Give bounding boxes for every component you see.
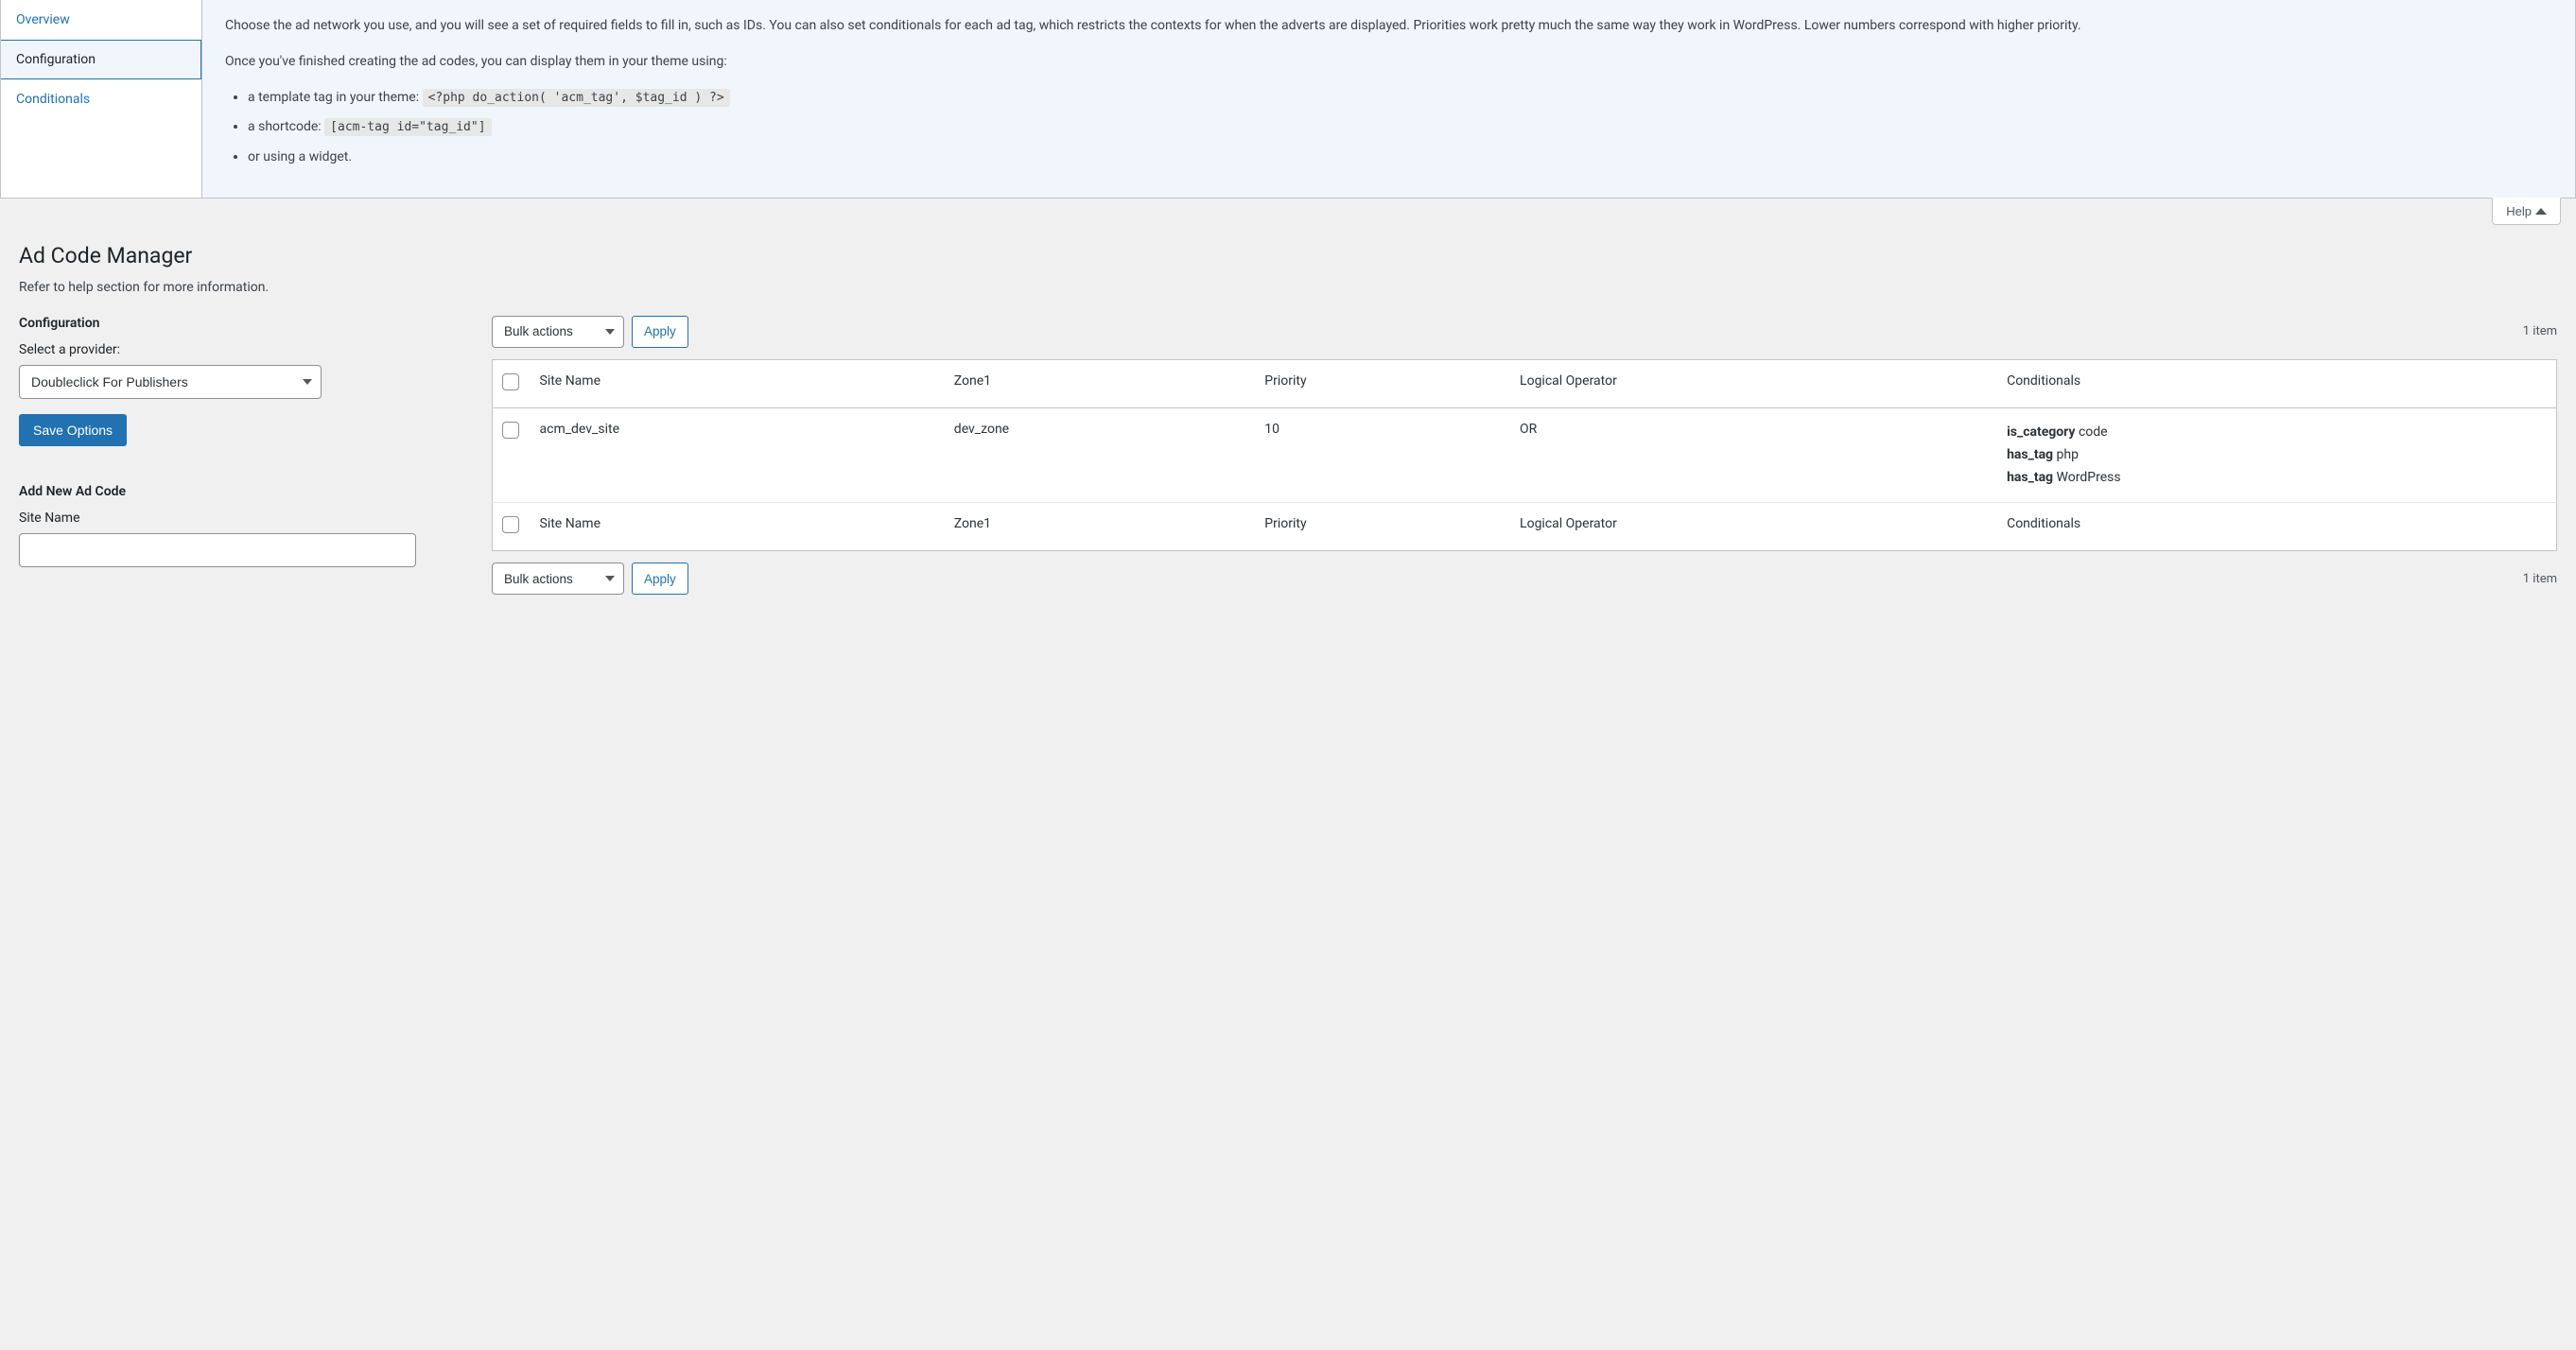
help-bullet-shortcode-prefix: a shortcode: bbox=[248, 119, 324, 134]
table-row: acm_dev_site dev_zone 10 OR is_category … bbox=[493, 407, 2557, 502]
col-footer-site-name[interactable]: Site Name bbox=[531, 503, 945, 551]
col-header-zone1[interactable]: Zone1 bbox=[945, 359, 1255, 407]
help-toggle-wrap: Help bbox=[0, 198, 2576, 225]
caret-up-icon bbox=[2535, 208, 2547, 215]
help-code-template: <?php do_action( 'acm_tag', $tag_id ) ?> bbox=[423, 89, 730, 107]
site-name-input[interactable] bbox=[19, 533, 416, 567]
row-priority: 10 bbox=[1255, 407, 1510, 502]
row-conditionals: is_category code has_tag php has_tag Wor… bbox=[1997, 407, 2556, 502]
help-tab-conditionals[interactable]: Conditionals bbox=[1, 79, 201, 119]
help-outro-text: Once you've finished creating the ad cod… bbox=[225, 51, 2081, 74]
help-bullet-list: a template tag in your theme: <?php do_a… bbox=[225, 87, 2081, 169]
item-count-top: 1 item bbox=[2523, 324, 2557, 338]
select-all-bottom-checkbox[interactable] bbox=[502, 516, 519, 533]
cond-func: has_tag bbox=[2007, 447, 2053, 462]
row-checkbox[interactable] bbox=[502, 422, 519, 439]
help-toggle-label: Help bbox=[2506, 204, 2532, 218]
save-options-button[interactable]: Save Options bbox=[19, 414, 127, 446]
row-zone: dev_zone bbox=[945, 407, 1255, 502]
apply-bottom-button[interactable]: Apply bbox=[632, 562, 688, 595]
add-new-heading: Add New Ad Code bbox=[19, 484, 454, 499]
item-count-bottom: 1 item bbox=[2523, 572, 2557, 586]
help-tab-configuration[interactable]: Configuration bbox=[1, 40, 201, 79]
help-tabs: Overview Configuration Conditionals bbox=[1, 0, 202, 198]
help-toggle-button[interactable]: Help bbox=[2492, 198, 2561, 225]
ad-codes-table: Site Name Zone1 Priority Logical Operato… bbox=[492, 359, 2557, 551]
col-footer-conditionals[interactable]: Conditionals bbox=[1997, 503, 2556, 551]
tablenav-top: Bulk actions Apply 1 item bbox=[492, 310, 2557, 354]
help-bullet-shortcode: a shortcode: [acm-tag id="tag_id"] bbox=[248, 116, 2081, 139]
help-bullet-template: a template tag in your theme: <?php do_a… bbox=[248, 87, 2081, 110]
site-name-label: Site Name bbox=[19, 511, 454, 526]
col-footer-priority[interactable]: Priority bbox=[1255, 503, 1510, 551]
cond-arg: php bbox=[2057, 447, 2079, 462]
tablenav-bottom: Bulk actions Apply 1 item bbox=[492, 557, 2557, 600]
page-title: Ad Code Manager bbox=[19, 234, 2557, 272]
col-header-priority[interactable]: Priority bbox=[1255, 359, 1510, 407]
select-all-top-checkbox[interactable] bbox=[502, 373, 519, 390]
provider-label: Select a provider: bbox=[19, 342, 454, 357]
bulk-actions-bottom-select[interactable]: Bulk actions bbox=[492, 562, 624, 595]
config-heading: Configuration bbox=[19, 316, 454, 331]
bulk-actions-top-select[interactable]: Bulk actions bbox=[492, 316, 624, 348]
left-column: Configuration Select a provider: Doublec… bbox=[19, 310, 454, 567]
page-body: Ad Code Manager Refer to help section fo… bbox=[0, 225, 2576, 638]
col-header-site-name[interactable]: Site Name bbox=[531, 359, 945, 407]
help-bullet-widget: or using a widget. bbox=[248, 147, 2081, 169]
provider-select[interactable]: Doubleclick For Publishers bbox=[19, 365, 322, 399]
cond-arg: WordPress bbox=[2057, 470, 2121, 485]
help-tab-overview[interactable]: Overview bbox=[1, 0, 201, 40]
col-footer-zone1[interactable]: Zone1 bbox=[945, 503, 1255, 551]
right-column: Bulk actions Apply 1 item Site Name Zone… bbox=[492, 310, 2557, 600]
page-subtitle: Refer to help section for more informati… bbox=[19, 272, 2557, 310]
row-site-name: acm_dev_site bbox=[531, 407, 945, 502]
apply-top-button[interactable]: Apply bbox=[632, 316, 688, 348]
col-header-operator[interactable]: Logical Operator bbox=[1510, 359, 1997, 407]
help-content: Choose the ad network you use, and you w… bbox=[202, 0, 2104, 198]
cond-func: has_tag bbox=[2007, 470, 2053, 485]
help-panel: Overview Configuration Conditionals Choo… bbox=[0, 0, 2576, 199]
help-bullet-template-prefix: a template tag in your theme: bbox=[248, 90, 423, 105]
help-intro-text: Choose the ad network you use, and you w… bbox=[225, 15, 2081, 38]
col-footer-operator[interactable]: Logical Operator bbox=[1510, 503, 1997, 551]
help-code-shortcode: [acm-tag id="tag_id"] bbox=[324, 118, 491, 136]
cond-func: is_category bbox=[2007, 424, 2075, 440]
cond-arg: code bbox=[2079, 424, 2108, 440]
row-operator: OR bbox=[1510, 407, 1997, 502]
col-header-conditionals[interactable]: Conditionals bbox=[1997, 359, 2556, 407]
